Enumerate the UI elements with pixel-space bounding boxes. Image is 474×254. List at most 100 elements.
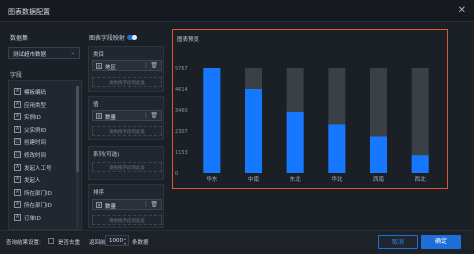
series-drop-placeholder: 请拖拽字段到此处	[109, 166, 145, 171]
field-list-item[interactable]: A 所在部门ID	[14, 200, 74, 209]
sort-field-chip[interactable]: # 数量 ⋮ 🗑	[92, 199, 162, 210]
query-settings-label: 查询结果设置:	[6, 240, 41, 246]
field-name: 实例ID	[24, 115, 41, 122]
field-list-item[interactable]: A 订单ID	[14, 213, 74, 222]
dedupe-checkbox[interactable]	[48, 238, 54, 244]
number-type-icon: #	[96, 113, 102, 119]
x-tick-label: 西南	[373, 175, 385, 183]
bar	[245, 88, 262, 173]
x-tick-label: 东北	[290, 175, 302, 183]
bar	[411, 155, 429, 173]
return-count-value: 1000	[109, 238, 123, 244]
text-type-icon: A	[14, 163, 21, 171]
field-name: 订单ID	[24, 216, 41, 222]
more-icon[interactable]: ⋮	[143, 201, 149, 208]
return-count-input[interactable]: 1000 ▴ ▾	[105, 235, 129, 246]
category-field-chip[interactable]: A 地区 ⋮ 🗑	[92, 60, 162, 71]
dedupe-label: 是否去重	[58, 240, 81, 246]
sort-drop-zone[interactable]: 请拖拽字段到此处	[92, 215, 162, 225]
y-tick-label: 2307	[175, 129, 188, 135]
return-suffix: 条数据	[132, 240, 149, 246]
field-list-item[interactable]: A 实例ID	[14, 112, 74, 121]
field-name: 父实例ID	[24, 127, 47, 134]
more-icon[interactable]: ⋮	[143, 62, 149, 69]
trash-icon[interactable]: 🗑	[150, 201, 158, 208]
sort-section: 排序 # 数量 ⋮ 🗑 请拖拽字段到此处	[88, 184, 164, 228]
y-tick-label: 3460	[175, 108, 188, 114]
field-list-item[interactable]: □ 创建时间	[14, 137, 74, 146]
date-type-icon: □	[14, 151, 21, 158]
field-list-item[interactable]: A 所在部门ID	[14, 188, 74, 197]
close-icon[interactable]: ✕	[458, 5, 466, 16]
category-label: 类目	[93, 52, 105, 58]
chevron-down-icon: ⌄	[70, 50, 75, 56]
value-drop-placeholder: 请拖拽字段到此处	[109, 130, 145, 135]
value-label: 值	[93, 102, 99, 108]
confirm-button[interactable]: 确定	[421, 235, 461, 249]
text-type-icon: A	[14, 201, 21, 209]
cancel-button[interactable]: 取消	[378, 235, 418, 249]
field-list: A 模板编码 A 应用类型 A 实例ID A 父实例ID □ 创建时间 □ 修改时间 A 发起人工号 A 发起…	[8, 80, 82, 230]
dataset-select-value: 测试超市数据	[13, 52, 47, 58]
stepper-icon[interactable]: ▴ ▾	[124, 236, 126, 246]
field-list-item[interactable]: A 父实例ID	[14, 125, 74, 134]
field-list-item[interactable]: A 发起人工号	[14, 163, 74, 172]
x-tick-label: 华东	[206, 175, 218, 183]
scrollbar-thumb[interactable]	[76, 86, 79, 172]
trash-icon[interactable]: 🗑	[150, 112, 158, 119]
field-list-item[interactable]: A 模板编码	[14, 87, 74, 96]
dataset-select[interactable]: 测试超市数据 ⌄	[8, 47, 80, 59]
field-name: 应用类型	[24, 102, 47, 109]
mapping-header: 图表字段映射	[89, 35, 126, 42]
text-type-icon: A	[14, 113, 21, 121]
field-name: 模板编码	[24, 90, 47, 96]
value-drop-zone[interactable]: 请拖拽字段到此处	[92, 126, 162, 136]
category-drop-zone[interactable]: 请拖拽字段到此处	[92, 77, 162, 87]
series-drop-zone[interactable]: 请拖拽字段到此处	[92, 162, 162, 172]
text-type-icon: A	[14, 188, 21, 196]
text-type-icon: A	[14, 88, 21, 95]
x-tick-label: 西北	[415, 175, 427, 183]
y-tick-label: 5767	[175, 66, 188, 72]
bar	[328, 124, 346, 173]
dialog-titlebar: 图表数据配置 ✕	[0, 0, 474, 22]
number-type-icon: #	[96, 202, 102, 208]
text-type-icon: A	[14, 125, 21, 133]
field-list-item[interactable]: A 发起人	[14, 175, 74, 184]
field-name: 发起人	[24, 178, 41, 185]
mapping-toggle[interactable]	[127, 35, 137, 40]
value-field-name: 数量	[105, 115, 117, 121]
x-tick-label: 华北	[331, 175, 343, 183]
chart-preview-panel: 图表预览 5767 4614 3460 2307 1153 0 华东 中南 东北 华北 西南 西北	[172, 29, 448, 189]
text-type-icon: A	[14, 214, 21, 221]
y-tick-label: 0	[175, 171, 178, 177]
bar	[286, 111, 304, 173]
fields-label: 字段	[10, 72, 23, 79]
trash-icon[interactable]: 🗑	[150, 62, 158, 69]
field-list-item[interactable]: A 应用类型	[14, 100, 74, 109]
bar	[203, 68, 221, 173]
bar	[370, 136, 387, 173]
field-name: 发起人工号	[24, 165, 52, 172]
category-section: 类目 A 地区 ⋮ 🗑 请拖拽字段到此处	[88, 46, 164, 92]
field-name: 所在部门ID	[24, 190, 52, 197]
field-list-scrollbar[interactable]	[76, 86, 79, 228]
field-list-item[interactable]: □ 修改时间	[14, 150, 74, 159]
sort-field-name: 数量	[105, 204, 117, 210]
bar-chart: 5767 4614 3460 2307 1153 0 华东 中南 东北 华北 西南 西北	[175, 66, 429, 183]
value-field-chip[interactable]: # 数量 ⋮ 🗑	[92, 110, 162, 121]
dialog-title: 图表数据配置	[8, 8, 50, 16]
x-tick-label: 中南	[248, 175, 260, 183]
series-label: 系列(可选)	[93, 152, 120, 158]
value-section: 值 # 数量 ⋮ 🗑 请拖拽字段到此处	[88, 96, 164, 140]
y-tick-label: 4614	[175, 87, 188, 93]
text-type-icon: A	[14, 100, 21, 108]
field-name: 修改时间	[24, 153, 47, 159]
dataset-label: 数据集	[10, 35, 29, 42]
field-name: 所在部门ID	[24, 203, 52, 210]
text-type-icon: A	[96, 63, 102, 69]
text-type-icon: A	[14, 176, 21, 184]
category-field-name: 地区	[105, 65, 117, 71]
more-icon[interactable]: ⋮	[143, 112, 149, 119]
category-drop-placeholder: 请拖拽字段到此处	[109, 81, 145, 86]
